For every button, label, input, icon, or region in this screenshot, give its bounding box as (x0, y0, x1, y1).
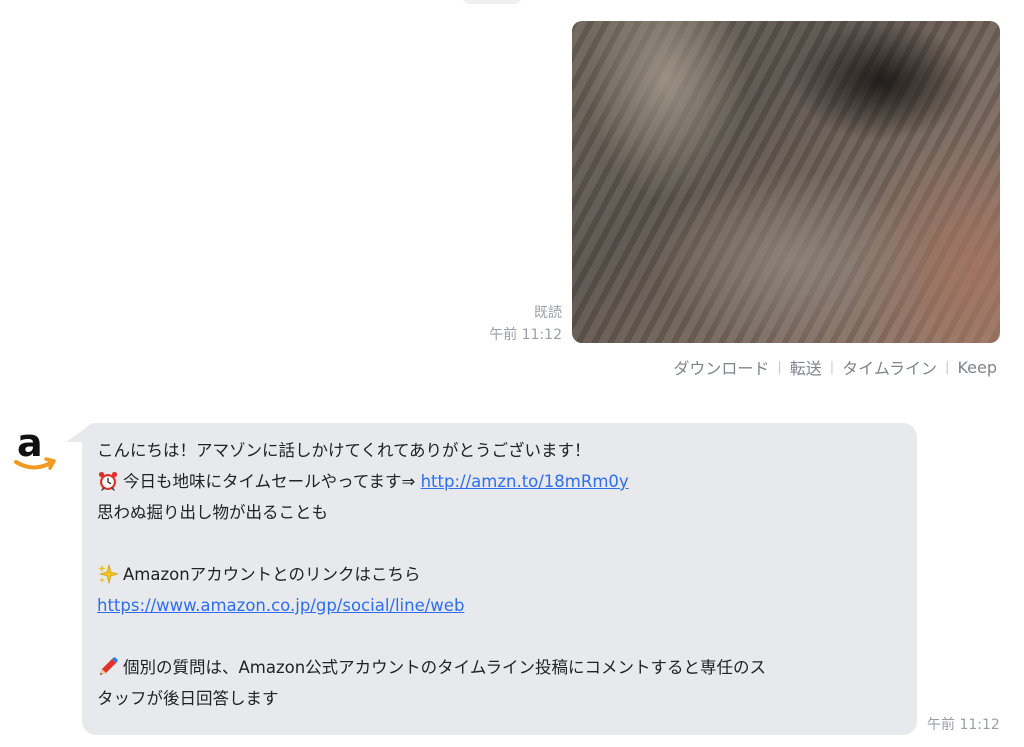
sale-text: 今日も地味にタイムセールやってます⇒ (123, 472, 421, 491)
sent-image-time: 午前 11:12 (489, 327, 562, 343)
sale-line: 今日も地味にタイムセールやってます⇒ http://amzn.to/18mRm0… (97, 466, 903, 497)
action-separator: | (777, 359, 782, 375)
pencil-icon (97, 656, 119, 678)
alarm-clock-icon (97, 470, 119, 492)
image-action-bar: ダウンロード | 転送 | タイムライン | Keep (673, 355, 997, 379)
account-link-line: https://www.amazon.co.jp/gp/social/line/… (97, 590, 903, 621)
download-link[interactable]: ダウンロード (673, 355, 769, 379)
incoming-message-bubble: こんにちは！アマゾンに話しかけてくれてありがとうございます！ 今日も地味にタイム… (82, 423, 917, 735)
sale-link[interactable]: http://amzn.to/18mRm0y (421, 472, 629, 491)
date-separator-pill (462, 0, 522, 4)
action-separator: | (945, 359, 950, 375)
incoming-message-time: 午前 11:12 (927, 717, 1000, 733)
keep-link[interactable]: Keep (957, 358, 997, 377)
question-text-1: 個別の質問は、Amazon公式アカウントのタイムライン投稿にコメントすると専任の… (123, 658, 767, 677)
amazon-logo-icon[interactable]: a (8, 418, 60, 474)
greeting-text: こんにちは！アマゾンに話しかけてくれてありがとうございます！ (97, 441, 591, 460)
forward-link[interactable]: 転送 (790, 355, 822, 379)
account-line: Amazonアカウントとのリンクはこちら (97, 559, 903, 590)
sparkles-icon (97, 563, 120, 585)
sent-image[interactable] (572, 21, 1000, 343)
timeline-link[interactable]: タイムライン (842, 355, 937, 379)
svg-text:a: a (17, 421, 43, 465)
account-link[interactable]: https://www.amazon.co.jp/gp/social/line/… (97, 596, 464, 615)
account-text: Amazonアカウントとのリンクはこちら (123, 565, 421, 584)
read-receipt: 既読 (534, 305, 562, 321)
finds-text: 思わぬ掘り出し物が出ることも (97, 503, 328, 522)
question-text-2: タッフが後日回答します (97, 689, 279, 708)
question-line-1: 個別の質問は、Amazon公式アカウントのタイムライン投稿にコメントすると専任の… (97, 652, 903, 683)
action-separator: | (829, 359, 835, 375)
